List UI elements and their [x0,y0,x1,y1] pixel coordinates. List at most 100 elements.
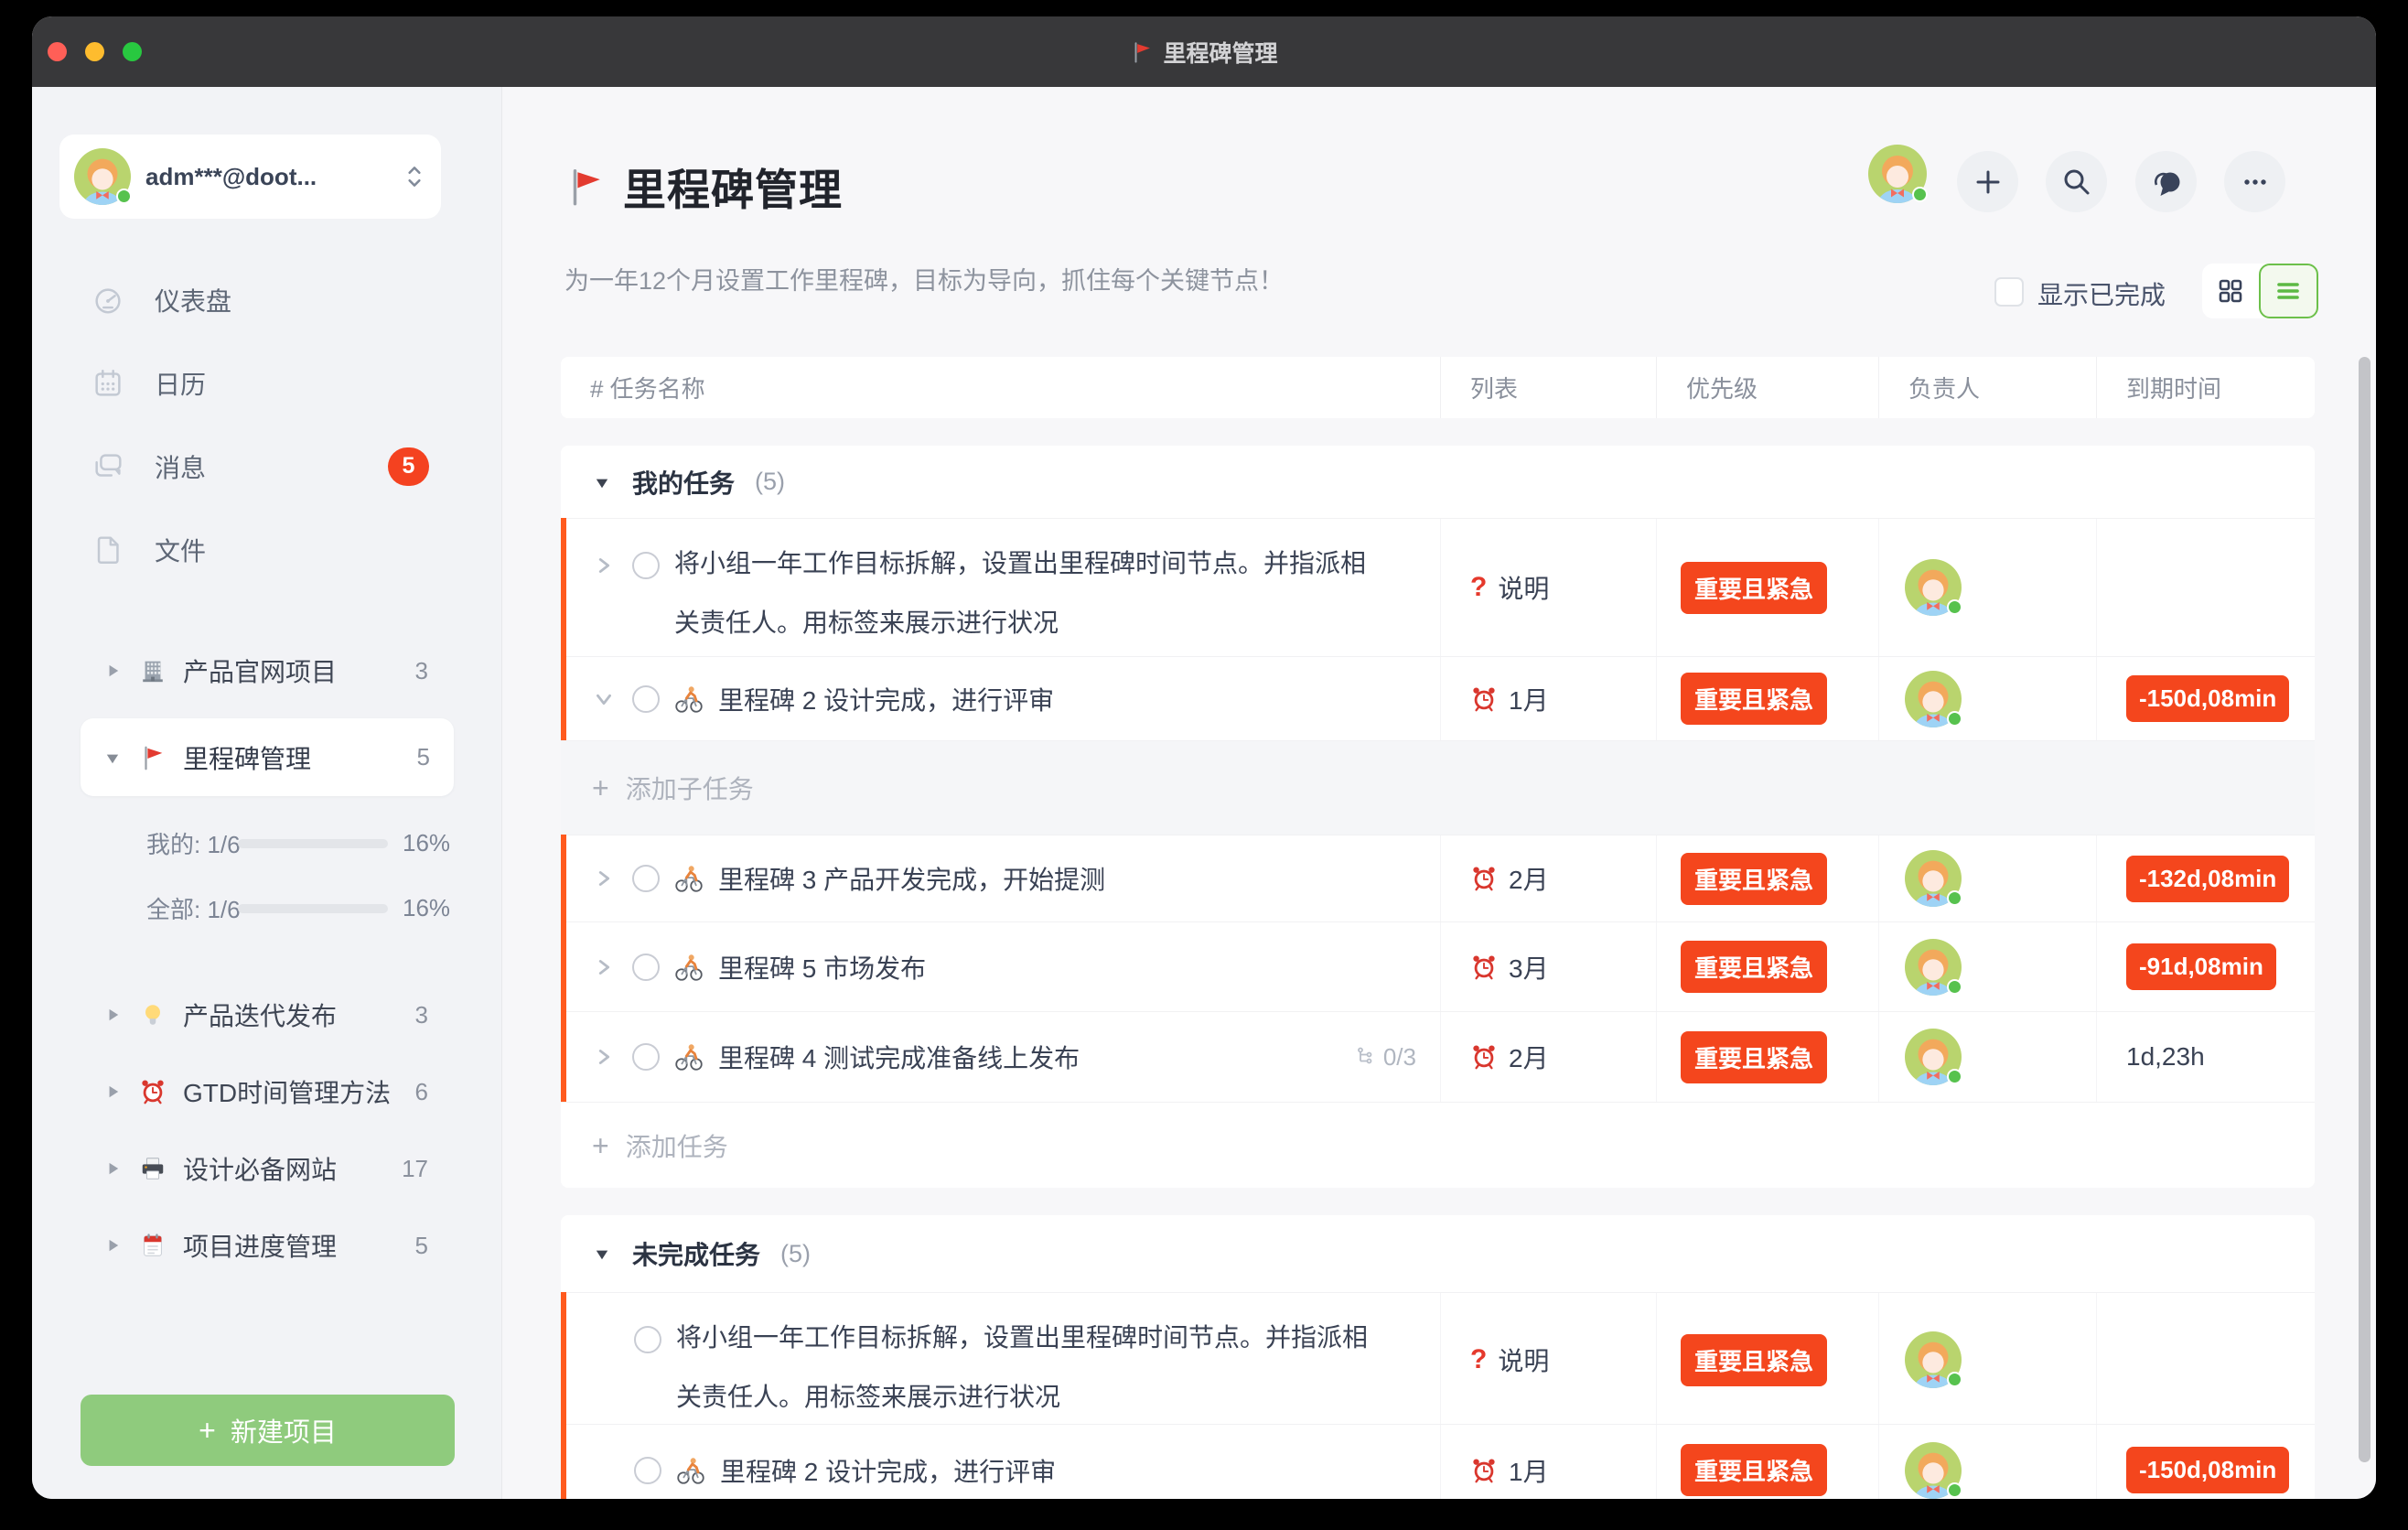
assignee-avatar[interactable] [1905,671,1962,727]
column-header-due: 到期时间 [2096,357,2315,418]
group-header[interactable]: 我的任务 (5) [561,446,2315,518]
triangle-right-icon[interactable] [102,1158,123,1179]
triangle-down-icon[interactable] [102,748,123,768]
add-subtask-label: 添加子任务 [626,770,754,806]
sidebar-project-iteration[interactable]: 产品迭代发布 3 [32,976,501,1053]
calendar-icon [91,366,125,401]
group-header[interactable]: 未完成任务 (5) [561,1215,2315,1292]
sidebar-item-messages[interactable]: 消息 5 [32,425,501,508]
project-count: 6 [415,1078,428,1106]
sidebar-project-gtd[interactable]: GTD时间管理方法 6 [32,1053,501,1130]
triangle-down-icon[interactable] [592,1244,612,1264]
assignee-avatar[interactable] [1905,1331,1962,1388]
add-button[interactable] [1957,151,2018,212]
due-time-badge: -132d,08min [2126,856,2289,902]
column-header-list: 列表 [1440,357,1656,418]
list-name: 说明 [1498,569,1549,606]
expand-chevron-icon[interactable] [590,1043,618,1071]
task-checkbox[interactable] [634,1326,661,1353]
priority-badge[interactable]: 重要且紧急 [1681,673,1827,725]
task-checkbox[interactable] [632,1043,660,1071]
task-row[interactable]: 里程碑 5 市场发布 3月 重要且紧急 -91d,08min [561,921,2315,1011]
list-icon [2274,276,2303,306]
triangle-right-icon[interactable] [102,1005,123,1025]
progress-row-all: 全部: 1/6 16% [32,876,501,941]
progress-label: 全部: 1/6 [146,891,238,925]
expand-chevron-icon[interactable] [590,552,618,579]
show-completed-checkbox[interactable] [1994,277,2024,307]
page-title-text: 里程碑管理 [623,155,843,218]
due-time-badge: -150d,08min [2126,1447,2289,1493]
task-title: 里程碑 2 设计完成，进行评审 [720,1452,1056,1489]
project-count: 5 [417,743,430,771]
expand-chevron-icon[interactable] [590,954,618,981]
task-row[interactable]: 里程碑 4 测试完成准备线上发布 0/3 2月 重要且紧急 1d,23h [561,1011,2315,1102]
assignee-avatar[interactable] [1905,559,1962,616]
alarm-clock-icon [1470,685,1498,713]
main-panel: 里程碑管理 为一年12个月设置工作里程 [502,87,2376,1499]
task-checkbox[interactable] [632,865,660,892]
user-avatar[interactable] [1868,145,1927,203]
task-checkbox[interactable] [632,685,660,713]
task-row[interactable]: 将小组一年工作目标拆解，设置出里程碑时间节点。并指派相关责任人。用标签来展示进行… [561,518,2315,656]
grid-view-button[interactable] [2202,264,2259,318]
progress-bar [238,904,388,913]
cyclist-icon [674,684,704,714]
task-row[interactable]: 里程碑 2 设计完成，进行评审 1月 重要且紧急 -150d,08min [561,656,2315,740]
sidebar-item-calendar[interactable]: 日历 [32,341,501,425]
list-view-button[interactable] [2259,264,2319,318]
add-subtask-row[interactable]: + 添加子任务 [561,740,2315,835]
triangle-right-icon[interactable] [102,1235,123,1255]
subtask-counter: 0/3 [1354,1043,1416,1072]
priority-badge[interactable]: 重要且紧急 [1681,1031,1827,1083]
vertical-scrollbar[interactable] [2359,357,2370,1462]
sidebar-item-files[interactable]: 文件 [32,508,501,591]
app-window: 里程碑管理 adm***@doot... 仪表盘 日历 [32,16,2376,1499]
priority-badge[interactable]: 重要且紧急 [1681,941,1827,993]
task-row[interactable]: 将小组一年工作目标拆解，设置出里程碑时间节点。并指派相关责任人。用标签来展示进行… [561,1292,2315,1424]
sidebar-project-schedule[interactable]: 项目进度管理 5 [32,1207,501,1284]
sidebar-project-website[interactable]: 产品官网项目 3 [32,632,501,709]
priority-badge[interactable]: 重要且紧急 [1681,1444,1827,1496]
sidebar-project-milestone-selected[interactable]: 里程碑管理 5 [81,718,454,796]
task-row[interactable]: 里程碑 3 产品开发完成，开始提测 2月 重要且紧急 -132d,08min [561,835,2315,921]
priority-badge[interactable]: 重要且紧急 [1681,1334,1827,1386]
list-name: 2月 [1509,860,1549,897]
assignee-avatar[interactable] [1905,1442,1962,1499]
triangle-right-icon[interactable] [102,661,123,681]
task-group-incomplete: 未完成任务 (5) 将小组一年工作目标拆解，设置出里程碑时间节点。并指派相关责任… [561,1215,2315,1499]
chat-icon [2148,164,2185,200]
collapse-chevron-icon[interactable] [590,685,618,713]
priority-badge[interactable]: 重要且紧急 [1681,853,1827,905]
unread-badge: 5 [388,447,429,486]
question-icon: ? [1470,1344,1487,1375]
alarm-clock-icon [1470,1457,1498,1484]
task-checkbox[interactable] [632,552,660,579]
task-title: 里程碑 5 市场发布 [718,949,926,986]
new-project-button[interactable]: + 新建项目 [81,1395,455,1466]
chevron-up-down-icon [403,162,426,191]
expand-chevron-icon[interactable] [590,865,618,892]
task-row[interactable]: 里程碑 2 设计完成，进行评审 1月 重要且紧急 -150d,08min [561,1424,2315,1499]
project-count: 3 [415,657,428,685]
list-name: 1月 [1509,1452,1549,1489]
sidebar-project-design-sites[interactable]: 设计必备网站 17 [32,1130,501,1207]
nav-label: 日历 [155,365,206,402]
triangle-down-icon[interactable] [592,472,612,492]
triangle-right-icon[interactable] [102,1082,123,1102]
online-status-dot [1912,187,1928,202]
account-switcher[interactable]: adm***@doot... [59,135,441,219]
more-button[interactable] [2224,151,2285,212]
plus-icon: + [592,1131,609,1160]
assignee-avatar[interactable] [1905,850,1962,907]
search-button[interactable] [2046,151,2107,212]
add-task-row[interactable]: + 添加任务 [561,1102,2315,1188]
assignee-avatar[interactable] [1905,939,1962,996]
task-checkbox[interactable] [634,1457,661,1484]
chat-button[interactable] [2135,151,2197,212]
group-name: 我的任务 [632,464,735,501]
priority-badge[interactable]: 重要且紧急 [1681,562,1827,614]
task-checkbox[interactable] [632,954,660,981]
sidebar-item-dashboard[interactable]: 仪表盘 [32,258,501,341]
assignee-avatar[interactable] [1905,1029,1962,1085]
